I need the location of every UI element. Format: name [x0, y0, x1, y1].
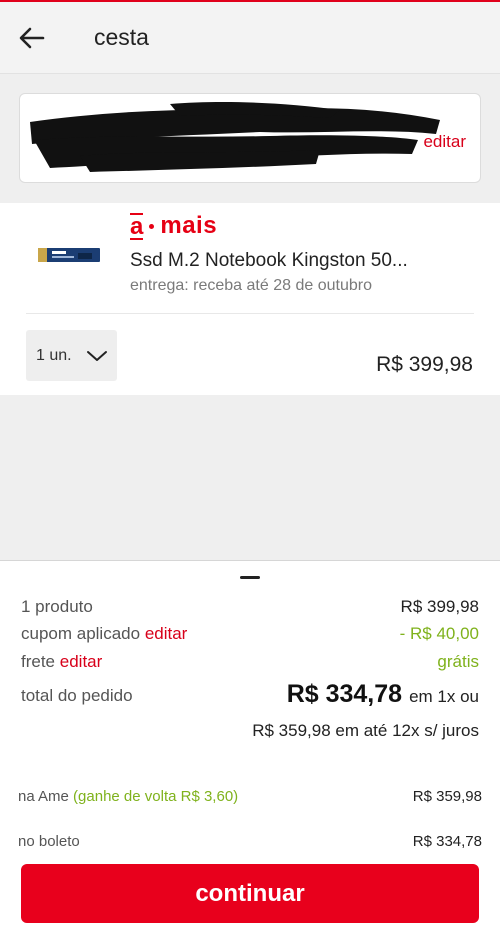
cart-item: a mais Ssd M.2 Notebook Kingston 50... e…: [0, 203, 500, 395]
quantity-value: 1 un.: [36, 346, 72, 364]
seller-logo: a mais: [130, 212, 218, 240]
back-arrow-icon: [19, 27, 45, 48]
installments-info: R$ 359,98 em até 12x s/ juros: [252, 721, 479, 740]
shipping-edit-link[interactable]: editar: [60, 652, 103, 671]
shipping-row-label: frete editar: [21, 652, 102, 672]
delivery-estimate: entrega: receba até 28 de outubro: [130, 277, 372, 294]
boleto-value: R$ 334,78: [412, 833, 482, 850]
redacted-address-scribble: [30, 102, 440, 172]
boleto-label: no boleto: [18, 833, 80, 850]
total-value: R$ 334,78: [286, 680, 403, 708]
items-count-label: 1 produto: [21, 597, 93, 616]
chevron-down-icon: [86, 350, 108, 362]
shipping-label: frete: [21, 652, 56, 671]
ame-payment-label: na Ame (ganhe de volta R$ 3,60): [18, 788, 238, 805]
app-header: cesta: [0, 2, 500, 74]
coupon-row-label: cupom aplicado editar: [21, 624, 187, 644]
coupon-discount: - R$ 40,00: [399, 624, 479, 643]
item-divider: [26, 313, 474, 314]
item-price: R$ 399,98: [376, 353, 473, 376]
product-thumbnail[interactable]: [38, 245, 100, 265]
seller-logo-text: mais: [160, 212, 218, 239]
ame-payment-value: R$ 359,98: [412, 788, 482, 805]
total-label: total do pedido: [21, 686, 133, 705]
total-line: R$ 334,78 em 1x ou: [287, 680, 479, 709]
seller-logo-a: a: [130, 213, 144, 240]
coupon-label: cupom aplicado: [21, 624, 141, 643]
address-edit-link[interactable]: editar: [423, 132, 466, 152]
page-title: cesta: [94, 24, 149, 50]
coupon-edit-link[interactable]: editar: [145, 624, 188, 643]
ame-cashback: (ganhe de volta R$ 3,60): [73, 788, 239, 805]
continue-button-label: continuar: [195, 879, 305, 907]
sheet-drag-handle[interactable]: [240, 576, 260, 579]
shipping-value: grátis: [437, 652, 479, 671]
ame-label: na Ame: [18, 788, 69, 805]
seller-logo-dot: [149, 223, 155, 229]
items-subtotal: R$ 399,98: [400, 597, 479, 616]
total-suffix: em 1x ou: [409, 687, 479, 706]
product-title[interactable]: Ssd M.2 Notebook Kingston 50...: [130, 250, 408, 272]
delivery-address-card[interactable]: editar: [19, 93, 481, 183]
continue-button[interactable]: continuar: [21, 864, 479, 923]
back-button[interactable]: [4, 10, 60, 66]
quantity-selector[interactable]: 1 un.: [26, 330, 117, 381]
